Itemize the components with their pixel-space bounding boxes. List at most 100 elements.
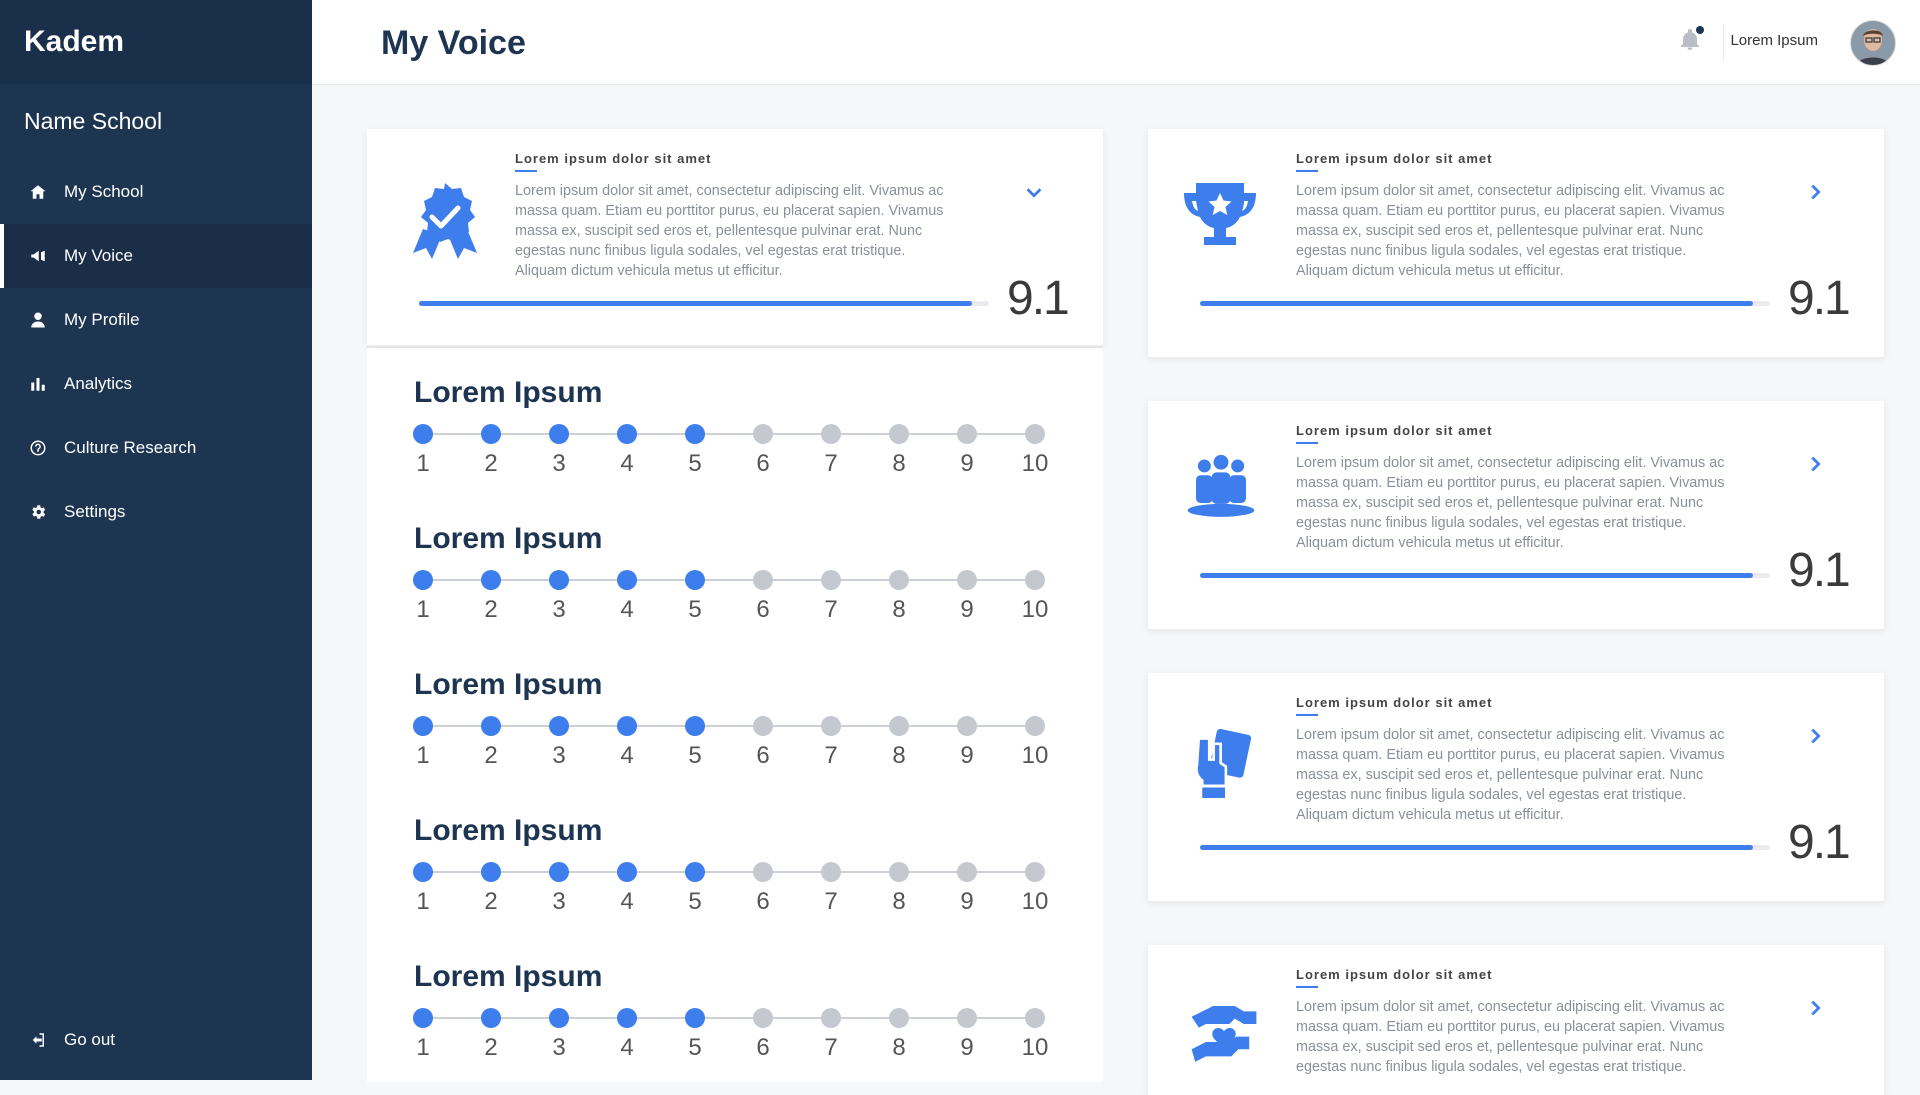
scale-label: 1 (416, 1034, 430, 1061)
scale-dot[interactable] (481, 424, 501, 444)
scale-dot[interactable] (957, 862, 977, 882)
gear-icon (28, 502, 48, 522)
scale-dot[interactable] (413, 862, 433, 882)
survey-card-care[interactable]: Lorem ipsum dolor sit amet Lorem ipsum d… (1148, 945, 1884, 1095)
scale-dot[interactable] (413, 570, 433, 590)
scale-dot[interactable] (753, 716, 773, 736)
scale-dot[interactable] (957, 1008, 977, 1028)
header-divider (1723, 24, 1724, 60)
scale-dot[interactable] (1025, 424, 1045, 444)
scale-dot[interactable] (957, 424, 977, 444)
scale-label: 9 (960, 1034, 974, 1061)
scale-dot[interactable] (821, 570, 841, 590)
scale-dot[interactable] (889, 1008, 909, 1028)
scale-dot[interactable] (549, 862, 569, 882)
scale-dot[interactable] (821, 424, 841, 444)
scale-dot[interactable] (481, 716, 501, 736)
brand-logo[interactable]: Kadem (0, 0, 312, 84)
card-description: Lorem ipsum dolor sit amet, consectetur … (515, 183, 944, 279)
sidebar-item-settings[interactable]: Settings (0, 480, 312, 544)
scale-label: 1 (416, 742, 430, 769)
scale-dot[interactable] (413, 716, 433, 736)
scale-dot[interactable] (889, 570, 909, 590)
scale-label: 6 (756, 742, 770, 769)
scale-dot[interactable] (481, 570, 501, 590)
scale-label: 10 (1021, 596, 1049, 623)
home-icon (28, 182, 48, 202)
chevron-down-icon[interactable] (1023, 181, 1045, 203)
trophy-icon (1180, 177, 1260, 262)
scale-dot[interactable] (685, 570, 705, 590)
scale-dot[interactable] (617, 862, 637, 882)
scale-dot[interactable] (821, 862, 841, 882)
card-description: Lorem ipsum dolor sit amet, consectetur … (1296, 183, 1725, 279)
chevron-right-icon[interactable] (1804, 997, 1826, 1019)
chevron-right-icon[interactable] (1804, 725, 1826, 747)
scale-dot[interactable] (549, 1008, 569, 1028)
scale-dot[interactable] (889, 716, 909, 736)
scale-label: 4 (620, 596, 634, 623)
sidebar-item-analytics[interactable]: Analytics (0, 352, 312, 416)
score-progress-fill (1200, 301, 1753, 306)
scale-dot[interactable] (889, 862, 909, 882)
scale-label: 10 (1021, 1034, 1049, 1061)
scale-label: 2 (484, 1034, 498, 1061)
scale-label: 2 (484, 742, 498, 769)
sidebar-item-culture-research[interactable]: Culture Research (0, 416, 312, 480)
survey-card-achievement[interactable]: Lorem ipsum dolor sit amet Lorem ipsum d… (1148, 129, 1884, 357)
scale-track (423, 579, 1035, 581)
chevron-right-icon[interactable] (1804, 181, 1826, 203)
scale-dot[interactable] (1025, 716, 1045, 736)
scale-dot[interactable] (957, 716, 977, 736)
scale-dot[interactable] (549, 424, 569, 444)
scale-dot[interactable] (753, 424, 773, 444)
sidebar-item-my-school[interactable]: My School (0, 160, 312, 224)
chevron-right-icon[interactable] (1804, 453, 1826, 475)
scale-dot[interactable] (685, 716, 705, 736)
sidebar-item-my-profile[interactable]: My Profile (0, 288, 312, 352)
scale-dot[interactable] (413, 1008, 433, 1028)
scale-label: 5 (688, 1034, 702, 1061)
scale-label: 7 (824, 742, 838, 769)
scale-dot[interactable] (1025, 862, 1045, 882)
scale-dot[interactable] (753, 862, 773, 882)
scale-dot[interactable] (481, 862, 501, 882)
scale-dot[interactable] (1025, 1008, 1045, 1028)
survey-card-team[interactable]: Lorem ipsum dolor sit amet Lorem ipsum d… (1148, 401, 1884, 629)
scale-dot[interactable] (617, 424, 637, 444)
notifications-button[interactable] (1678, 26, 1704, 56)
scale-dot[interactable] (617, 1008, 637, 1028)
scale-dot[interactable] (753, 570, 773, 590)
score-value: 9.1 (1007, 272, 1070, 325)
scale-label: 9 (960, 888, 974, 915)
sidebar-item-label: My Profile (64, 310, 140, 329)
logout-button[interactable]: Go out (0, 1008, 312, 1072)
score-progress-fill (419, 301, 972, 306)
scale-dot[interactable] (617, 570, 637, 590)
sidebar-item-my-voice[interactable]: My Voice (0, 224, 312, 288)
score-value: 9.1 (1788, 272, 1851, 325)
scale-dot[interactable] (889, 424, 909, 444)
scale-dot[interactable] (1025, 570, 1045, 590)
scale-dot[interactable] (549, 716, 569, 736)
scale-dot[interactable] (821, 1008, 841, 1028)
scale-dot[interactable] (413, 424, 433, 444)
scale-dot[interactable] (957, 570, 977, 590)
question-title: Lorem Ipsum (414, 522, 603, 555)
survey-card-commitment[interactable]: Lorem ipsum dolor sit amet Lorem ipsum d… (1148, 673, 1884, 901)
scale-dot[interactable] (685, 1008, 705, 1028)
score-progress (419, 301, 989, 306)
survey-card-recognition[interactable]: Lorem ipsum dolor sit amet Lorem ipsum d… (367, 129, 1103, 345)
avatar[interactable] (1850, 20, 1896, 66)
scale-dot[interactable] (549, 570, 569, 590)
scale-label: 3 (552, 742, 566, 769)
card-description: Lorem ipsum dolor sit amet, consectetur … (1296, 999, 1725, 1075)
scale-label: 8 (892, 742, 906, 769)
scale-dot[interactable] (821, 716, 841, 736)
scale-dot[interactable] (685, 424, 705, 444)
scale-dot[interactable] (481, 1008, 501, 1028)
user-name[interactable]: Lorem Ipsum (1730, 0, 1818, 82)
scale-dot[interactable] (617, 716, 637, 736)
scale-dot[interactable] (685, 862, 705, 882)
scale-dot[interactable] (753, 1008, 773, 1028)
